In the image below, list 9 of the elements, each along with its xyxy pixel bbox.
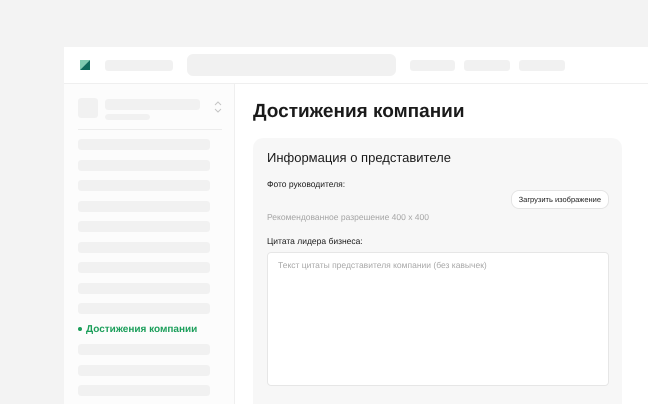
active-dot [78,327,82,331]
field-label: Фото руководителя: [267,179,346,189]
hint-text: Рекомендованное разрешение 400 x 400 [267,212,430,222]
page-title: Достижения компании [253,100,466,124]
logo-icon [80,60,90,70]
field-label: Цитата лидера бизнеса: [267,236,364,246]
sort-icon[interactable] [214,101,222,113]
quote-field[interactable]: Текст цитаты представителя компании (без кавычек) [267,252,609,386]
card-title: Информация о представителе [267,150,452,165]
